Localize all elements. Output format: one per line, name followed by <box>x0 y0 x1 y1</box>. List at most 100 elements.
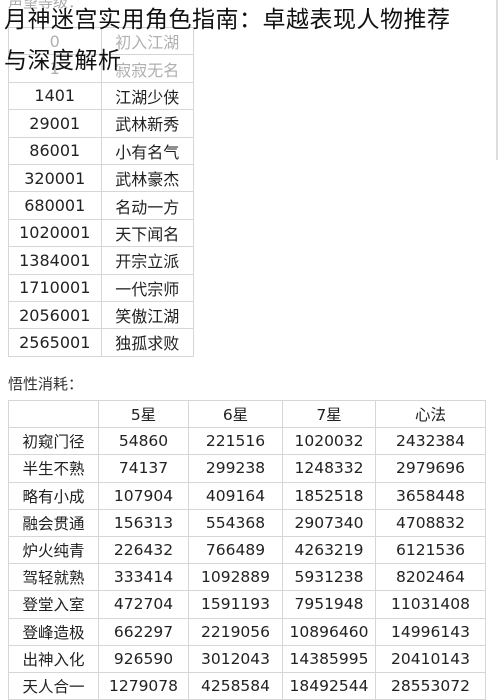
header-cell: 心法 <box>375 399 486 429</box>
cost-cell: 2907340 <box>282 508 376 537</box>
reputation-value-cell: 1401 <box>8 81 102 111</box>
cost-cell: 1852518 <box>282 481 376 510</box>
table-row: 86001 小有名气 <box>8 136 194 165</box>
cost-cell: 662297 <box>98 617 189 646</box>
reputation-value-cell: 2056001 <box>8 300 102 330</box>
rank-name-cell: 天下闻名 <box>100 218 194 248</box>
level-name-cell: 驾轻就熟 <box>8 563 99 592</box>
rank-name-cell: 开宗立派 <box>100 246 194 275</box>
cost-cell: 20410143 <box>375 644 486 673</box>
cost-cell: 6121536 <box>375 535 486 565</box>
cost-cell: 107904 <box>98 481 189 510</box>
table-row: 初窥门径 54860 221516 1020032 2432384 <box>8 427 486 456</box>
reputation-value-cell: 320001 <box>8 163 102 193</box>
rank-name-cell: 武林新秀 <box>100 109 194 138</box>
cost-cell: 14996143 <box>375 617 486 646</box>
cost-cell: 4708832 <box>375 508 486 537</box>
table-row: 天人合一 1279078 4258584 18492544 28553072 <box>8 671 486 700</box>
cost-cell: 554368 <box>188 508 283 537</box>
cost-cell: 74137 <box>98 454 189 483</box>
article-title-line-2: 与深度解析 <box>4 48 122 74</box>
cost-cell: 3012043 <box>188 644 283 673</box>
cost-cell: 54860 <box>98 427 189 456</box>
reputation-value-cell: 29001 <box>8 109 102 138</box>
table-row: 1710001 一代宗师 <box>8 273 194 302</box>
cost-cell: 7951948 <box>282 590 376 619</box>
level-name-cell: 半生不熟 <box>8 454 99 483</box>
reputation-value-cell: 1020001 <box>8 218 102 248</box>
cost-cell: 4263219 <box>282 535 376 565</box>
reputation-value-cell: 1710001 <box>8 273 102 302</box>
header-cell: 6星 <box>188 399 283 429</box>
cost-cell: 10896460 <box>282 617 376 646</box>
table-header-row: 5星 6星 7星 心法 <box>8 399 486 429</box>
cost-cell: 926590 <box>98 644 189 673</box>
reputation-value-cell: 680001 <box>8 191 102 220</box>
cost-cell: 28553072 <box>375 671 486 700</box>
rank-name-cell: 小有名气 <box>100 136 194 165</box>
cost-cell: 18492544 <box>282 671 376 700</box>
level-name-cell: 炉火纯青 <box>8 535 99 565</box>
cost-cell: 1279078 <box>98 671 189 700</box>
header-cell: 7星 <box>282 399 376 429</box>
level-name-cell: 登峰造极 <box>8 617 99 646</box>
reputation-value-cell: 1384001 <box>8 246 102 275</box>
rank-name-cell: 笑傲江湖 <box>100 300 194 330</box>
rank-name-cell: 武林豪杰 <box>100 163 194 193</box>
table-row: 登峰造极 662297 2219056 10896460 14996143 <box>8 617 486 646</box>
cost-cell: 1248332 <box>282 454 376 483</box>
table-row: 1384001 开宗立派 <box>8 246 194 275</box>
reputation-value-cell: 2565001 <box>8 328 102 357</box>
table-row: 出神入化 926590 3012043 14385995 20410143 <box>8 644 486 673</box>
cost-cell: 221516 <box>188 427 283 456</box>
wisdom-cost-label: 悟性消耗： <box>8 375 84 393</box>
wisdom-cost-table: 5星 6星 7星 心法 初窥门径 54860 221516 1020032 2432384 半生不… <box>8 399 486 700</box>
article-title-line-1: 月神迷宫实用角色指南：卓越表现人物推荐 <box>4 7 451 33</box>
table-row: 320001 武林豪杰 <box>8 163 194 193</box>
table-row: 炉火纯青 226432 766489 4263219 6121536 <box>8 535 486 565</box>
level-name-cell: 天人合一 <box>8 671 99 700</box>
cost-cell: 409164 <box>188 481 283 510</box>
table-row: 半生不熟 74137 299238 1248332 2979696 <box>8 454 486 483</box>
cost-cell: 472704 <box>98 590 189 619</box>
table-row: 1401 江湖少侠 <box>8 81 194 111</box>
cost-cell: 1020032 <box>282 427 376 456</box>
cost-cell: 299238 <box>188 454 283 483</box>
cost-cell: 226432 <box>98 535 189 565</box>
table-row: 登堂入室 472704 1591193 7951948 11031408 <box>8 590 486 619</box>
level-name-cell: 出神入化 <box>8 644 99 673</box>
cost-cell: 1591193 <box>188 590 283 619</box>
cost-cell: 3658448 <box>375 481 486 510</box>
scrollbar[interactable] <box>496 0 498 160</box>
table-row: 680001 名动一方 <box>8 191 194 220</box>
level-name-cell: 登堂入室 <box>8 590 99 619</box>
cost-cell: 11031408 <box>375 590 486 619</box>
reputation-value-cell: 86001 <box>8 136 102 165</box>
cost-cell: 2219056 <box>188 617 283 646</box>
cost-cell: 4258584 <box>188 671 283 700</box>
cost-cell: 333414 <box>98 563 189 592</box>
level-name-cell: 融会贯通 <box>8 508 99 537</box>
table-row: 驾轻就熟 333414 1092889 5931238 8202464 <box>8 563 486 592</box>
table-row: 2056001 笑傲江湖 <box>8 300 194 330</box>
table-row: 融会贯通 156313 554368 2907340 4708832 <box>8 508 486 537</box>
rank-name-cell: 名动一方 <box>100 191 194 220</box>
cost-cell: 2979696 <box>375 454 486 483</box>
table-row: 略有小成 107904 409164 1852518 3658448 <box>8 481 486 510</box>
cost-cell: 766489 <box>188 535 283 565</box>
reputation-table: 0 初入江湖 1 寂寂无名 1401 江湖少侠 29001 武林新秀 86001 小有名气 3200… <box>8 26 194 357</box>
table-row: 1020001 天下闻名 <box>8 218 194 248</box>
level-name-cell: 初窥门径 <box>8 427 99 456</box>
header-cell: 5星 <box>98 399 189 429</box>
rank-name-cell: 江湖少侠 <box>100 81 194 111</box>
table-row: 29001 武林新秀 <box>8 109 194 138</box>
cost-cell: 1092889 <box>188 563 283 592</box>
cost-cell: 156313 <box>98 508 189 537</box>
table-row: 2565001 独孤求败 <box>8 328 194 357</box>
header-cell <box>8 399 99 429</box>
cost-cell: 2432384 <box>375 427 486 456</box>
rank-name-cell: 一代宗师 <box>100 273 194 302</box>
cost-cell: 8202464 <box>375 563 486 592</box>
level-name-cell: 略有小成 <box>8 481 99 510</box>
rank-name-cell: 独孤求败 <box>100 328 194 357</box>
